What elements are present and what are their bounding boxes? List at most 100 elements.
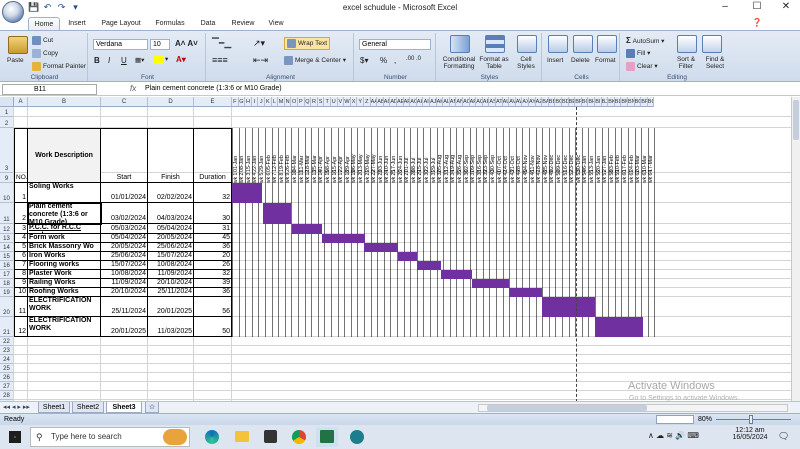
tab-formulas[interactable]: Formulas: [151, 17, 189, 30]
row-header[interactable]: 23: [0, 346, 14, 355]
notifications-icon[interactable]: 🗨: [778, 431, 789, 442]
column-header[interactable]: W: [344, 97, 351, 107]
cut-button[interactable]: Cut: [32, 36, 53, 45]
column-header[interactable]: AJ: [430, 97, 437, 107]
font-size-select[interactable]: 10: [150, 39, 170, 50]
column-header[interactable]: AC: [383, 97, 391, 107]
task-finish[interactable]: 10/08/2024: [148, 261, 194, 270]
task-description[interactable]: Brick Massonry Wo: [28, 243, 101, 252]
column-header[interactable]: BP: [641, 97, 648, 107]
row-header[interactable]: 11: [0, 203, 14, 224]
column-header[interactable]: E: [194, 97, 232, 107]
row-header[interactable]: 16: [0, 261, 14, 270]
task-start[interactable]: 03/02/2024: [101, 203, 148, 224]
column-header[interactable]: Z: [364, 97, 371, 107]
column-header[interactable]: AH: [416, 97, 424, 107]
column-header[interactable]: AQ: [476, 97, 483, 107]
column-header[interactable]: R: [311, 97, 318, 107]
task-finish[interactable]: 20/05/2024: [148, 234, 194, 243]
task-description[interactable]: Railing Works: [28, 279, 101, 288]
borders-icon[interactable]: ▦▾: [135, 56, 144, 64]
wrap-text-button[interactable]: Wrap Text: [284, 37, 331, 50]
search-highlight-icon[interactable]: [163, 429, 187, 445]
task-start[interactable]: 05/03/2024: [101, 224, 148, 234]
task-finish[interactable]: 25/06/2024: [148, 243, 194, 252]
task-finish[interactable]: 05/04/2024: [148, 224, 194, 234]
horizontal-scrollbar[interactable]: [478, 404, 788, 412]
column-header[interactable]: Y: [357, 97, 364, 107]
task-finish[interactable]: 20/01/2025: [148, 297, 194, 317]
comma-button[interactable]: ,: [394, 56, 396, 65]
task-duration[interactable]: 36: [194, 288, 232, 297]
tab-review[interactable]: Review: [227, 17, 259, 30]
column-header[interactable]: BK: [608, 97, 615, 107]
column-header[interactable]: C: [101, 97, 148, 107]
tab-data[interactable]: Data: [196, 17, 220, 30]
task-description[interactable]: ELECTRIFICATION WORK: [28, 297, 101, 317]
row-header[interactable]: 22: [0, 337, 14, 346]
row-header[interactable]: 24: [0, 355, 14, 364]
horizontal-scroll-thumb[interactable]: [487, 405, 647, 411]
system-tray-icons[interactable]: ∧ ☁ ≋ 🔊 ⌨: [648, 431, 699, 440]
header-duration[interactable]: Duration: [194, 128, 232, 183]
column-header[interactable]: K: [265, 97, 272, 107]
task-duration[interactable]: 56: [194, 297, 232, 317]
new-sheet-icon[interactable]: ☆: [145, 402, 159, 413]
column-header[interactable]: BA: [542, 97, 549, 107]
conditional-formatting-icon[interactable]: [450, 35, 470, 53]
header-finish[interactable]: Finish: [148, 128, 194, 183]
sheet-nav-icons[interactable]: ◂◂ ◂ ▸ ▸▸: [3, 402, 30, 413]
column-header[interactable]: AB: [377, 97, 384, 107]
task-description[interactable]: Roofing Works: [28, 288, 101, 297]
insert-function-button[interactable]: fx: [130, 84, 136, 93]
column-header[interactable]: BC: [555, 97, 562, 107]
column-header[interactable]: BO: [634, 97, 642, 107]
row-header[interactable]: 13: [0, 234, 14, 243]
task-number[interactable]: 1: [14, 183, 28, 203]
column-header[interactable]: F: [232, 97, 239, 107]
task-start[interactable]: 25/06/2024: [101, 252, 148, 261]
column-header[interactable]: BF: [575, 97, 582, 107]
tab-insert[interactable]: Insert: [63, 17, 91, 30]
task-duration[interactable]: 39: [194, 279, 232, 288]
task-duration[interactable]: 26: [194, 261, 232, 270]
task-finish[interactable]: 15/07/2024: [148, 252, 194, 261]
task-description[interactable]: Plain cement concrete (1:3:6 or M10 Grad…: [27, 202, 102, 225]
column-header[interactable]: G: [238, 97, 246, 107]
column-header[interactable]: I: [251, 97, 259, 107]
format-button[interactable]: Format: [595, 57, 616, 64]
column-header[interactable]: D: [148, 97, 194, 107]
insert-button[interactable]: Insert: [547, 57, 563, 64]
column-header[interactable]: X: [350, 97, 358, 107]
paste-icon[interactable]: [8, 36, 28, 54]
row-header[interactable]: 28: [0, 391, 14, 400]
tab-view[interactable]: View: [263, 17, 289, 30]
task-duration[interactable]: 31: [194, 224, 232, 234]
column-header[interactable]: AD: [390, 97, 397, 107]
task-duration[interactable]: 20: [194, 252, 232, 261]
column-header[interactable]: B: [28, 97, 101, 107]
percent-button[interactable]: %: [380, 56, 387, 65]
store-icon[interactable]: [264, 430, 277, 443]
column-header[interactable]: T: [324, 97, 331, 107]
tab-page-layout[interactable]: Page Layout: [98, 17, 144, 30]
task-number[interactable]: 10: [14, 288, 28, 297]
sheet-tab-1[interactable]: Sheet1: [38, 402, 70, 413]
column-header[interactable]: BL: [614, 97, 622, 107]
zoom-level[interactable]: 80%: [698, 414, 712, 425]
column-header[interactable]: S: [317, 97, 325, 107]
sheet-tab-2[interactable]: Sheet2: [72, 402, 104, 413]
column-header[interactable]: AF: [403, 97, 411, 107]
clock[interactable]: 12:12 am 16/05/2024: [730, 427, 770, 441]
row-header[interactable]: 27: [0, 382, 14, 391]
task-duration[interactable]: 45: [194, 234, 232, 243]
column-header[interactable]: P: [298, 97, 305, 107]
task-start[interactable]: 05/04/2024: [101, 234, 148, 243]
column-header[interactable]: AY: [529, 97, 536, 107]
align-left-icon[interactable]: ≡≡≡: [212, 55, 228, 65]
row-header[interactable]: 12: [0, 224, 14, 234]
minimize-button[interactable]: –: [710, 0, 740, 16]
formula-input[interactable]: Plain cement concrete (1:3:6 or M10 Grad…: [145, 85, 282, 92]
column-header[interactable]: BD: [562, 97, 569, 107]
row-header[interactable]: 15: [0, 252, 14, 261]
